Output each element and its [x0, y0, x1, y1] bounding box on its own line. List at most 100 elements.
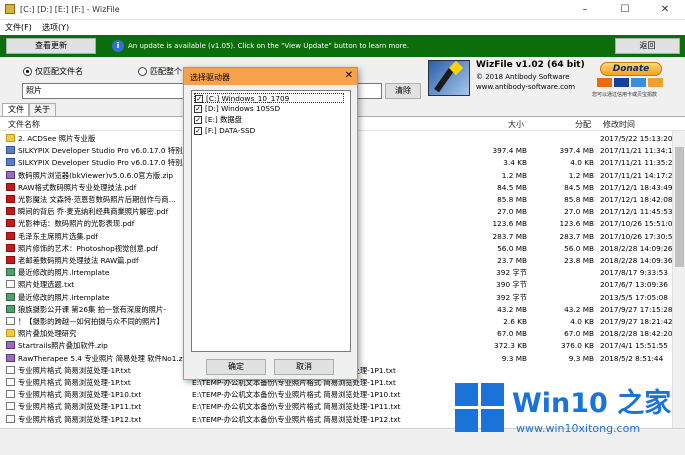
drive-checkbox[interactable]: ✓	[195, 95, 203, 103]
cell-modified: 2017/12/1 11:45:53	[600, 207, 672, 217]
cell-size: 27.0 MB	[497, 207, 527, 217]
img-file-icon	[6, 268, 15, 277]
drive-list[interactable]: ✓ [C:] Windows_10_1709 ✓ [D:] Windows 10…	[191, 90, 351, 352]
column-modified[interactable]: 修改时间	[603, 119, 635, 130]
pdf-file-icon	[6, 219, 15, 228]
tab-files[interactable]: 文件	[2, 103, 30, 116]
cell-name: ！【摄影的跨越—如何拍摄与众不同的照片】	[18, 317, 164, 326]
cell-size: 43.2 MB	[497, 304, 527, 314]
txt-file-icon	[6, 365, 15, 374]
amex-icon	[631, 78, 646, 87]
cell-size: 3.4 KB	[503, 158, 527, 168]
close-button[interactable]: ✕	[645, 0, 685, 20]
cell-size: 1.2 MB	[501, 170, 527, 180]
cell-size: 85.8 MB	[497, 195, 527, 204]
cell-size: 67.0 MB	[497, 329, 527, 339]
cell-allocated: 67.0 MB	[564, 329, 594, 339]
radio-full-path-label: 匹配整个	[150, 67, 182, 76]
cell-name: 数码照片浏览器(bkViewer)v5.0.6.0官方版.zip	[18, 170, 173, 180]
cell-name: 专业照片格式 简易浏览处理-1P11.txt	[18, 402, 142, 412]
cell-size: 392 字节	[496, 268, 527, 278]
donate-note: 您可以通过信用卡或贝宝捐款	[592, 92, 658, 98]
cell-size: 390 字节	[496, 280, 527, 290]
txt-file-icon	[6, 317, 15, 325]
column-name[interactable]: 文件名称	[8, 119, 40, 130]
pdf-file-icon	[6, 207, 15, 216]
column-size[interactable]: 大小	[508, 119, 524, 130]
dialog-close-icon[interactable]: ✕	[345, 70, 353, 81]
maximize-button[interactable]: ☐	[605, 0, 645, 20]
cell-size: 23.7 MB	[497, 256, 527, 265]
pdf-file-icon	[6, 231, 15, 240]
view-update-button[interactable]: 查看更新	[6, 38, 96, 54]
donate-button[interactable]: Donate	[600, 62, 662, 76]
img-file-icon	[6, 292, 15, 301]
txt-file-icon	[6, 414, 15, 423]
drive-item[interactable]: ✓ [F:] DATA-SSD	[194, 126, 344, 136]
drive-item[interactable]: ✓ [C:] Windows_10_1709	[194, 93, 344, 103]
zip-file-icon	[6, 353, 15, 362]
cell-modified: 2013/5/5 17:05:08	[600, 292, 668, 302]
minimize-button[interactable]: –	[565, 0, 605, 20]
visa-icon	[614, 78, 629, 87]
cell-name: 照片叠加处理研究	[18, 329, 77, 339]
drive-label: [E:] 数据盘	[205, 115, 242, 124]
cell-size: 392 字节	[496, 292, 527, 302]
cell-name: 狼族摄影公开课 第26集 拍一张有深度的照片-	[18, 304, 166, 314]
cell-name: 最近修改的照片.lrtemplate	[18, 292, 110, 302]
cell-name: 专业照片格式 简易浏览处理-1P10.txt	[18, 390, 142, 400]
back-button[interactable]: 返回	[615, 38, 680, 54]
cell-allocated: 43.2 MB	[564, 304, 594, 314]
drive-item[interactable]: ✓ [E:] 数据盘	[194, 115, 344, 125]
cell-allocated: 56.0 MB	[564, 243, 594, 253]
cell-modified: 2017/11/21 11:34:16	[600, 146, 672, 156]
mastercard-icon	[597, 78, 612, 87]
cell-name: 2. ACDSee 照片专业版	[18, 134, 96, 143]
drive-checkbox[interactable]: ✓	[194, 116, 202, 124]
drive-checkbox[interactable]: ✓	[194, 127, 202, 135]
zip-file-icon	[6, 341, 15, 350]
cell-name: 照片处理选题.txt	[18, 280, 75, 290]
cell-allocated: 376.0 KB	[561, 341, 594, 351]
product-name: WizFile v1.02 (64 bit)	[476, 60, 585, 70]
cell-allocated: 4.0 KB	[570, 317, 594, 326]
tab-about[interactable]: 关于	[28, 103, 56, 116]
website-link[interactable]: www.antibody-software.com	[476, 83, 575, 91]
cancel-button[interactable]: 取消	[274, 359, 334, 375]
cell-allocated: 85.8 MB	[564, 195, 594, 204]
cell-modified: 2018/2/28 18:42:20	[600, 329, 672, 339]
cell-name: 老邮差数码照片处理技法 RAW篇.pdf	[18, 256, 139, 265]
pdf-file-icon	[6, 256, 15, 264]
folder-file-icon	[6, 134, 15, 142]
folder-file-icon	[6, 329, 15, 338]
update-message: An update is available (v1.05). Click on…	[128, 42, 409, 50]
column-allocated[interactable]: 分配	[575, 119, 591, 130]
drive-select-dialog: 选择驱动器 ✕ ✓ [C:] Windows_10_1709 ✓ [D:] Wi…	[183, 67, 358, 380]
cell-name: 专业照片格式 简易浏览处理-1P.txt	[18, 365, 131, 375]
menu-bar: 文件(F) 选项(Y)	[0, 20, 685, 35]
radio-full-path[interactable]	[138, 67, 147, 76]
drive-checkbox[interactable]: ✓	[194, 105, 202, 113]
window-title: [C:] [D:] [E:] [F:] - WizFile	[20, 5, 120, 14]
drive-label: [F:] DATA-SSD	[205, 126, 256, 135]
cell-name: 毛泽东主席照片选集.pdf	[18, 231, 98, 241]
radio-filename-only[interactable]	[23, 67, 32, 76]
cell-allocated: 1.2 MB	[568, 170, 594, 180]
zip-file-icon	[6, 170, 15, 179]
title-bar: [C:] [D:] [E:] [F:] - WizFile – ☐ ✕	[0, 0, 685, 20]
info-icon: i	[112, 40, 124, 52]
ok-button[interactable]: 确定	[206, 359, 266, 375]
menu-file[interactable]: 文件(F)	[5, 22, 32, 33]
cell-name: 光影魔法 文森特·范恩哲数码照片后期创作与商…	[18, 195, 176, 204]
cell-name: Startrails照片叠加软件.zip	[18, 341, 108, 351]
cell-modified: 2017/12/1 18:42:08	[600, 195, 672, 204]
windows-logo-icon	[455, 383, 505, 433]
cell-name: SILKYPIX Developer Studio Pro v6.0.17.0 …	[18, 158, 188, 168]
scrollbar-thumb[interactable]	[675, 147, 684, 267]
menu-options[interactable]: 选项(Y)	[42, 22, 69, 33]
exe-file-icon	[6, 146, 15, 155]
drive-item[interactable]: ✓ [D:] Windows 10SSD	[194, 104, 344, 114]
copyright: © 2018 Antibody Software	[476, 73, 570, 81]
cell-size: 123.6 MB	[492, 219, 527, 229]
clear-button[interactable]: 清除	[385, 83, 421, 99]
